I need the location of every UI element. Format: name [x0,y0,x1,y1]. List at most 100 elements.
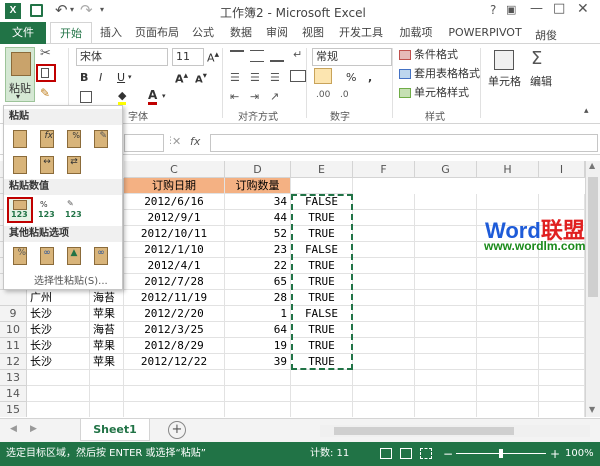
grid-cell[interactable] [415,306,477,322]
scroll-down-icon[interactable]: ▼ [589,405,595,414]
grid-cell[interactable] [353,386,415,402]
grid-cell[interactable] [539,258,585,274]
align-center-icon[interactable]: ☰ [250,71,260,84]
cell-a[interactable]: 长沙 [27,354,90,370]
cell-d[interactable]: 34 [225,194,291,210]
grid-cell[interactable] [477,258,539,274]
tab-formulas[interactable]: 公式 [188,22,218,44]
cell-d[interactable]: 28 [225,290,291,306]
format-painter-icon[interactable]: ✎ [40,86,50,100]
decrease-decimal-icon[interactable]: .0 [340,90,349,100]
font-size-increase-icon[interactable]: A▴ [175,70,188,86]
paste-transpose-icon[interactable]: ⇄ [64,154,84,176]
column-header[interactable]: E [291,161,353,178]
grid-cell[interactable] [539,354,585,370]
tab-developer[interactable]: 开发工具 [334,22,388,44]
grid-cell[interactable] [477,386,539,402]
grid-cell[interactable] [415,242,477,258]
cell-b[interactable]: 苹果 [90,354,124,370]
align-top-icon[interactable] [230,50,244,62]
column-header[interactable]: H [477,161,539,178]
number-format-select[interactable]: 常规 [312,48,392,66]
cell-b[interactable]: 海苔 [90,322,124,338]
cell-e[interactable] [291,370,353,386]
underline-button[interactable]: U [117,70,125,86]
cell-b[interactable]: 苹果 [90,338,124,354]
help-icon[interactable]: ? [490,3,496,17]
paste-keep-column-width-icon[interactable]: ↔ [37,154,57,176]
paste-link-icon[interactable]: ∞ [37,245,57,267]
name-box[interactable] [124,134,164,152]
grid-cell[interactable] [477,354,539,370]
cell-d[interactable]: 52 [225,226,291,242]
wrap-text-icon[interactable]: ↵ [293,48,302,61]
cell-d[interactable]: 65 [225,274,291,290]
cell-e[interactable] [291,402,353,417]
row-header[interactable]: 10 [0,322,27,338]
cancel-formula-icon[interactable]: ✕ [172,135,181,148]
grid-cell[interactable] [415,402,477,417]
grid-cell[interactable] [415,210,477,226]
grid-cell[interactable] [353,274,415,290]
cell-c[interactable]: 2012/11/19 [124,290,225,306]
cell-d[interactable] [225,370,291,386]
grid-cell[interactable] [477,194,539,210]
cell-a[interactable] [27,386,90,402]
row-header[interactable]: 12 [0,354,27,370]
grid-cell[interactable] [353,338,415,354]
cell-c[interactable] [124,402,225,417]
accounting-format-icon[interactable] [314,68,332,84]
cell-c[interactable] [124,370,225,386]
cell-d[interactable] [225,402,291,417]
grid-cell[interactable] [353,194,415,210]
cell-b[interactable] [90,386,124,402]
orientation-icon[interactable]: ↗ [270,90,279,103]
decrease-indent-icon[interactable]: ⇤ [230,90,239,103]
tab-powerpivot[interactable]: POWERPIVOT [444,22,526,44]
paste-formatting-icon[interactable]: % [10,245,30,267]
scroll-thumb[interactable] [588,177,598,297]
cell-d[interactable]: 39 [225,354,291,370]
user-name[interactable]: 胡俊 [535,27,557,43]
paste-no-borders-icon[interactable] [10,154,30,176]
cell-d[interactable]: 23 [225,242,291,258]
grid-cell[interactable] [477,290,539,306]
font-color-dropdown-icon[interactable]: ▾ [162,92,166,100]
align-middle-icon[interactable] [250,50,264,62]
h-scroll-thumb[interactable] [334,427,514,435]
cell-d[interactable]: 1 [225,306,291,322]
italic-button[interactable]: I [99,70,102,86]
font-size-decrease-icon[interactable]: A▾ [195,70,207,85]
cell-d[interactable] [225,386,291,402]
grid-cell[interactable] [477,370,539,386]
column-header[interactable]: G [415,161,477,178]
sheet-next-icon[interactable]: ▶ [30,424,37,434]
scroll-up-icon[interactable]: ▲ [589,161,595,170]
grid-cell[interactable] [415,386,477,402]
column-header[interactable]: D [225,161,291,178]
row-header[interactable] [0,290,27,306]
grid-cell[interactable] [353,258,415,274]
border-icon[interactable] [80,91,92,103]
bold-button[interactable]: B [80,70,88,86]
tab-home[interactable]: 开始 [50,22,92,45]
grid-cell[interactable] [415,226,477,242]
grid-cell[interactable] [415,370,477,386]
cell-e[interactable] [291,386,353,402]
grid-cell[interactable] [415,338,477,354]
paste-linked-picture-icon[interactable]: ∞ [91,245,111,267]
tab-insert[interactable]: 插入 [96,22,126,44]
zoom-thumb[interactable] [499,449,503,458]
paste-values-icon[interactable]: 123 [7,197,33,223]
fx-icon[interactable]: fx [190,135,200,148]
grid-cell[interactable] [477,338,539,354]
underline-dropdown-icon[interactable]: ▾ [128,73,132,81]
grid-cell[interactable] [353,290,415,306]
column-header[interactable]: C [124,161,225,178]
undo-dropdown-icon[interactable]: ▾ [70,5,74,14]
tab-view[interactable]: 视图 [298,22,328,44]
percent-button[interactable]: % [346,70,356,86]
fill-color-icon[interactable]: ◆ [118,89,127,105]
grid-cell[interactable] [477,274,539,290]
normal-view-icon[interactable] [380,448,392,459]
